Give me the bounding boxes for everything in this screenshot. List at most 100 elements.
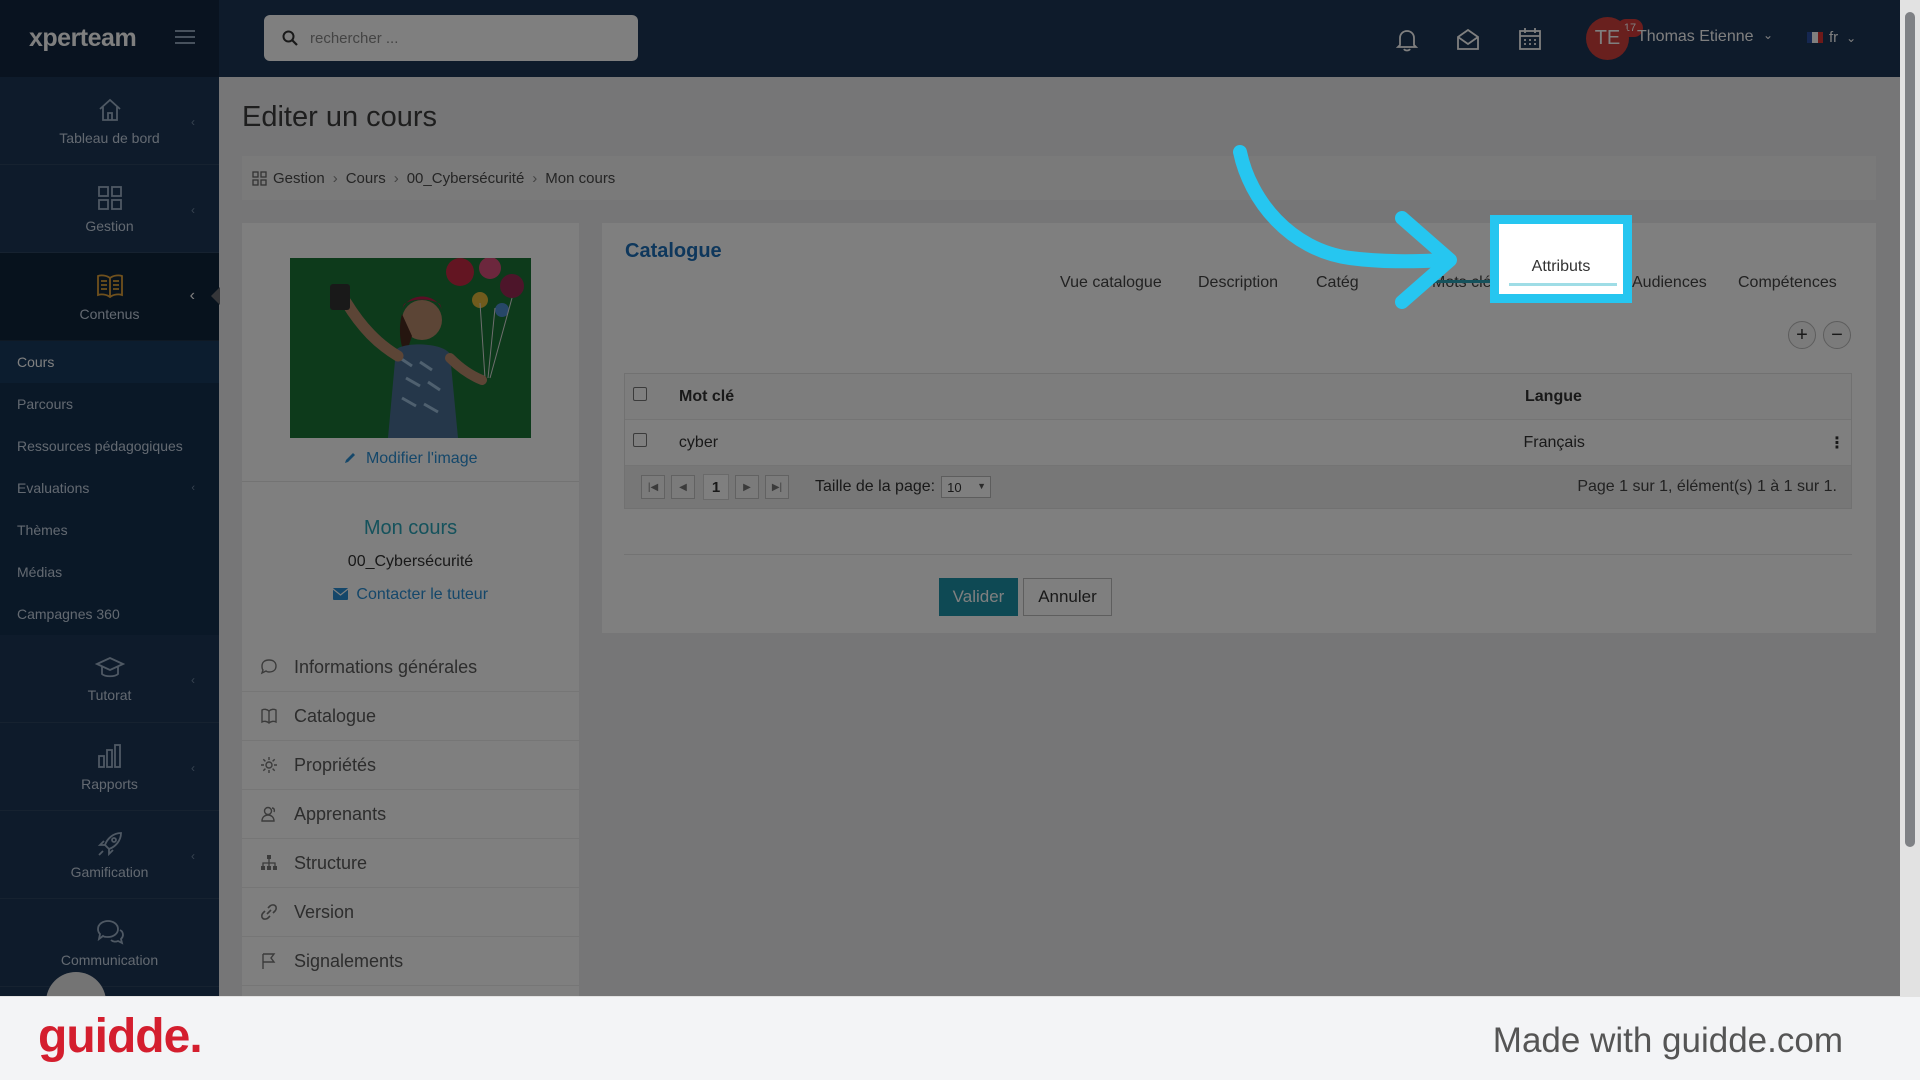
course-menu-label: Version xyxy=(294,901,355,922)
chevron-left-icon: ‹ xyxy=(191,203,195,217)
language-code: fr xyxy=(1829,29,1839,46)
sidebar-item-label: Tutorat xyxy=(87,686,132,703)
graduation-cap-icon xyxy=(94,656,125,677)
tab-vue-catalogue[interactable]: Vue catalogue xyxy=(1060,274,1162,292)
course-menu-label: Propriétés xyxy=(294,754,377,775)
course-menu-signalements[interactable]: Signalements xyxy=(242,937,579,986)
chevron-left-icon: ‹ xyxy=(191,115,195,129)
sidebar-item-communication[interactable]: Communication xyxy=(0,899,219,987)
hamburger-menu-icon[interactable] xyxy=(175,29,195,45)
made-with-text: Made with guidde.com xyxy=(1492,1021,1843,1060)
sidebar-subitem-cours[interactable]: Cours xyxy=(0,341,219,383)
guidde-footer: guidde. Made with guidde.com xyxy=(0,996,1920,1080)
sidebar-item-label: Contenus xyxy=(79,305,140,322)
sidebar-item-label: Gestion xyxy=(85,217,134,234)
column-header-mot-cle[interactable]: Mot clé xyxy=(679,388,1525,406)
chevron-left-icon: ‹ xyxy=(191,482,195,494)
search-box[interactable] xyxy=(264,15,638,61)
book-icon xyxy=(261,708,277,724)
mail-open-icon[interactable] xyxy=(1455,26,1481,52)
french-flag-icon xyxy=(1807,32,1823,43)
sidebar-item-label: Communication xyxy=(60,951,159,968)
course-menu-label: Structure xyxy=(294,852,368,873)
keywords-table: Mot clé Langue cyber Français ⋮ |◀ ◀ 1 ▶… xyxy=(624,373,1852,509)
sidebar-subitem-parcours[interactable]: Parcours xyxy=(0,383,219,425)
course-card: Modifier l'image Mon cours 00_Cybersécur… xyxy=(242,223,579,1013)
edit-image-link[interactable]: Modifier l'image xyxy=(242,450,579,468)
sidebar-subitem-evaluations[interactable]: Evaluations ‹ xyxy=(0,467,219,509)
chevron-left-icon: ‹ xyxy=(191,849,195,863)
tab-audiences[interactable]: Audiences xyxy=(1632,274,1707,292)
avatar[interactable]: TE xyxy=(1586,17,1629,60)
pointer-arrow-icon xyxy=(1233,145,1457,309)
scrollbar-thumb[interactable] xyxy=(1905,12,1915,847)
course-menu-informations[interactable]: Informations générales xyxy=(242,643,579,692)
add-button[interactable]: + xyxy=(1788,321,1816,349)
chevron-left-icon: ‹ xyxy=(191,761,195,775)
course-menu-label: Signalements xyxy=(294,950,404,971)
row-checkbox[interactable] xyxy=(625,433,679,452)
sidebar-item-gamification[interactable]: Gamification ‹ xyxy=(0,811,219,899)
sidebar-subitem-ressources[interactable]: Ressources pédagogiques xyxy=(0,425,219,467)
sidebar-item-tableau-de-bord[interactable]: Tableau de bord ‹ xyxy=(0,77,219,165)
users-icon xyxy=(261,806,276,822)
calendar-icon[interactable] xyxy=(1517,26,1543,52)
breadcrumb-gestion[interactable]: Gestion xyxy=(273,170,325,187)
prev-page-button[interactable]: ◀ xyxy=(671,475,695,499)
grid-icon xyxy=(252,170,267,186)
page-size-select[interactable]: 10 xyxy=(941,476,992,498)
home-icon xyxy=(98,98,121,121)
bell-icon[interactable] xyxy=(1394,26,1420,52)
course-menu-version[interactable]: Version xyxy=(242,888,579,937)
breadcrumb-cours[interactable]: Cours xyxy=(346,170,386,187)
chevron-down-icon[interactable]: ⌄ xyxy=(1763,28,1773,42)
sidebar-subitem-medias[interactable]: Médias xyxy=(0,551,219,593)
edit-image-label: Modifier l'image xyxy=(365,450,478,467)
last-page-button[interactable]: ▶| xyxy=(765,475,789,499)
cell-language: Français xyxy=(1523,433,1585,451)
search-input[interactable] xyxy=(308,28,608,48)
divider xyxy=(242,481,579,482)
current-page[interactable]: 1 xyxy=(703,474,729,500)
table-row[interactable]: cyber Français ⋮ xyxy=(625,420,1851,466)
user-name[interactable]: Thomas Etienne xyxy=(1637,28,1754,46)
sidebar-subitem-campagnes[interactable]: Campagnes 360 xyxy=(0,593,219,635)
column-header-langue[interactable]: Langue xyxy=(1525,388,1825,406)
remove-button[interactable]: − xyxy=(1823,321,1851,349)
contact-tutor-link[interactable]: Contacter le tuteur xyxy=(242,586,579,604)
course-menu-structure[interactable]: Structure xyxy=(242,839,579,888)
course-menu-catalogue[interactable]: Catalogue xyxy=(242,692,579,741)
course-menu-proprietes[interactable]: Propriétés xyxy=(242,741,579,790)
sidebar-item-contenus[interactable]: Contenus ‹ xyxy=(0,253,219,341)
sidebar-item-label: Rapports xyxy=(81,775,138,792)
sidebar-item-gestion[interactable]: Gestion ‹ xyxy=(0,165,219,253)
first-page-button[interactable]: |◀ xyxy=(641,475,665,499)
next-page-button[interactable]: ▶ xyxy=(735,475,759,499)
sidebar-subitem-themes[interactable]: Thèmes xyxy=(0,509,219,551)
tab-attributs[interactable]: Attributs xyxy=(1499,258,1623,276)
scrollbar[interactable] xyxy=(1900,0,1920,996)
comment-icon xyxy=(260,659,277,675)
language-selector[interactable]: fr ⌄ xyxy=(1807,29,1856,46)
breadcrumb-cybersecurite[interactable]: 00_Cybersécurité xyxy=(407,170,525,187)
minus-icon: − xyxy=(1831,324,1843,346)
valider-button[interactable]: Valider xyxy=(939,578,1018,616)
sidebar-item-rapports[interactable]: Rapports ‹ xyxy=(0,723,219,811)
course-menu-label: Apprenants xyxy=(294,803,387,824)
page-size-label: Taille de la page: xyxy=(815,478,936,495)
pager: |◀ ◀ 1 ▶ ▶| Taille de la page: 10 Page 1… xyxy=(625,466,1851,508)
course-name: Mon cours xyxy=(363,517,458,539)
annuler-button[interactable]: Annuler xyxy=(1023,578,1112,616)
tab-competences[interactable]: Compétences xyxy=(1738,274,1837,292)
sidebar-submenu: Cours Parcours Ressources pédagogiques E… xyxy=(0,341,219,635)
sidebar-item-label: Gamification xyxy=(70,863,149,880)
highlighted-tab-attributs[interactable]: Attributs xyxy=(1490,215,1632,303)
gear-icon xyxy=(261,757,277,773)
course-menu-apprenants[interactable]: Apprenants xyxy=(242,790,579,839)
chevron-left-icon: ‹ xyxy=(189,287,195,304)
row-menu-icon[interactable]: ⋮ xyxy=(1823,433,1851,453)
select-all-checkbox[interactable] xyxy=(625,387,679,406)
sidebar-item-tutorat[interactable]: Tutorat ‹ xyxy=(0,635,219,723)
brand-logo[interactable]: xperteam xyxy=(29,24,137,53)
course-photo xyxy=(290,258,531,438)
